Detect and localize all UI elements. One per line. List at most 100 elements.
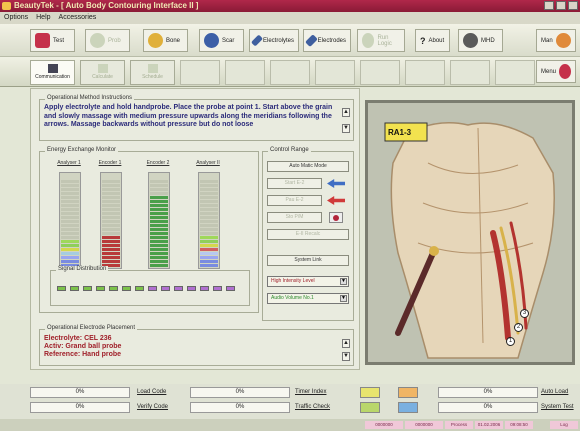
status-bar: 0000000 0000000 Process 01.02.2006 09:08…: [0, 419, 580, 431]
test-button[interactable]: Test: [30, 29, 75, 52]
tab-calculate[interactable]: Calculate: [80, 60, 125, 85]
meter-segment: [150, 248, 168, 251]
meter-segment: [102, 200, 120, 203]
meter-segment: [61, 184, 79, 187]
distribution-cell: [57, 286, 66, 291]
traffic-field[interactable]: [360, 402, 380, 413]
system-test-label: System Test: [541, 404, 574, 410]
electrode-placement-title: Operational Electrode Placement: [45, 325, 138, 331]
timer-index-label: Timer Index: [295, 389, 327, 395]
distribution-cell: [135, 286, 144, 291]
scar-button[interactable]: Scar: [199, 29, 244, 52]
electrolyte-icon: [250, 34, 263, 47]
meter-segment: [61, 248, 79, 251]
meter-segment: [150, 252, 168, 255]
menu-accessories[interactable]: Accessories: [59, 12, 97, 24]
empty-tab: [450, 60, 490, 85]
meter-label: Encoder 1: [98, 160, 122, 166]
meter-segment: [150, 260, 168, 263]
status-time: 09:08:50: [505, 421, 533, 429]
audio-select[interactable]: Audio Volume No.1 ▼: [267, 293, 349, 304]
automatic-mode-button[interactable]: Auto Matic Mode: [267, 161, 349, 172]
menu-options[interactable]: Options: [4, 12, 28, 24]
run-logic-button[interactable]: Run Logic: [357, 29, 405, 52]
electrode-placement-text: Electrolyte: CEL 236 Activ: Grand ball p…: [40, 330, 353, 364]
signal-distribution-title: Signal Distribution: [56, 266, 109, 272]
meter-segment: [200, 196, 218, 199]
mhd-button[interactable]: MHD: [458, 29, 503, 52]
anatomy-illustration: [368, 103, 572, 362]
scroll-up-icon[interactable]: ▲: [342, 339, 350, 348]
empty-tab: [270, 60, 310, 85]
close-icon[interactable]: [568, 1, 578, 10]
stop-button[interactable]: Sto P/M: [267, 212, 322, 223]
distribution-cell: [96, 286, 105, 291]
status-counter-1: 0000000: [365, 421, 403, 429]
start-button[interactable]: Start E-2: [267, 178, 322, 189]
encoder-2-meter: Encoder 2: [143, 160, 173, 275]
meter-segment: [150, 192, 168, 195]
maximize-icon[interactable]: [556, 1, 566, 10]
meter-label: Encoder 2: [146, 160, 170, 166]
instructions-title: Operational Method Instructions: [45, 95, 135, 101]
meter-bar: [198, 172, 220, 269]
signal-distribution-group: Signal Distribution: [50, 266, 250, 306]
meter-segment: [102, 212, 120, 215]
menu-button[interactable]: Menu: [536, 60, 576, 83]
timer-progress: 0%: [190, 387, 290, 398]
meter-segment: [102, 224, 120, 227]
distribution-cell: [109, 286, 118, 291]
electrolytes-button[interactable]: Electrolytes: [249, 29, 299, 52]
menu-help[interactable]: Help: [36, 12, 50, 24]
communication-icon: [48, 64, 58, 73]
distribution-cell: [70, 286, 79, 291]
minimize-icon[interactable]: [544, 1, 554, 10]
meter-segment: [150, 232, 168, 235]
meter-segment: [61, 208, 79, 211]
traffic-field[interactable]: [398, 402, 418, 413]
scroll-up-icon[interactable]: ▲: [342, 108, 350, 117]
timer-field[interactable]: [360, 387, 380, 398]
timer-field[interactable]: [398, 387, 418, 398]
meter-segment: [102, 216, 120, 219]
signal-distribution-grid: [57, 281, 245, 301]
window-controls: [544, 1, 578, 10]
meter-segment: [102, 184, 120, 187]
man-button[interactable]: Man: [536, 29, 576, 52]
meter-segment: [150, 240, 168, 243]
tab-communication[interactable]: Communication: [30, 60, 75, 85]
meter-segment: [150, 196, 168, 199]
distribution-cell: [187, 286, 196, 291]
electrodes-button[interactable]: Electrodes: [303, 29, 351, 52]
bone-button[interactable]: Bone: [143, 29, 188, 52]
main-panel: Operational Method Instructions Apply el…: [30, 88, 360, 370]
control-range-group: Control Range Auto Matic Mode Start E-2 …: [262, 147, 354, 321]
chevron-down-icon: ▼: [340, 295, 347, 302]
distribution-cell: [174, 286, 183, 291]
mhd-icon: [463, 33, 478, 48]
system-link-button[interactable]: System Link: [267, 255, 349, 266]
prob-button[interactable]: Prob: [85, 29, 130, 52]
meter-segment: [200, 224, 218, 227]
pause-button[interactable]: Pau E-2: [267, 195, 322, 206]
meter-segment: [102, 232, 120, 235]
meter-segment: [61, 240, 79, 243]
title-bar: BeautyTek - [ Auto Body Contouring Inter…: [0, 0, 580, 12]
scroll-down-icon[interactable]: ▼: [342, 124, 350, 133]
status-log[interactable]: Log: [550, 421, 578, 429]
meter-segment: [200, 208, 218, 211]
meter-segment: [200, 212, 218, 215]
scroll-down-icon[interactable]: ▼: [342, 352, 350, 361]
empty-tab: [405, 60, 445, 85]
record-button[interactable]: [329, 212, 343, 223]
anatomy-image-panel: RA1-3 1 2 3: [365, 100, 575, 365]
about-button[interactable]: ? About: [415, 29, 450, 52]
empty-tab: [180, 60, 220, 85]
meter-segment: [61, 252, 79, 255]
intensity-select[interactable]: High Intensity Level ▼: [267, 276, 349, 287]
tab-schedule[interactable]: Schedule: [130, 60, 175, 85]
traffic-progress: 0%: [190, 402, 290, 413]
recalc-button[interactable]: E-II Recalc: [267, 229, 349, 240]
verify-code-label: Verify Code: [137, 404, 169, 410]
meter-segment: [200, 228, 218, 231]
